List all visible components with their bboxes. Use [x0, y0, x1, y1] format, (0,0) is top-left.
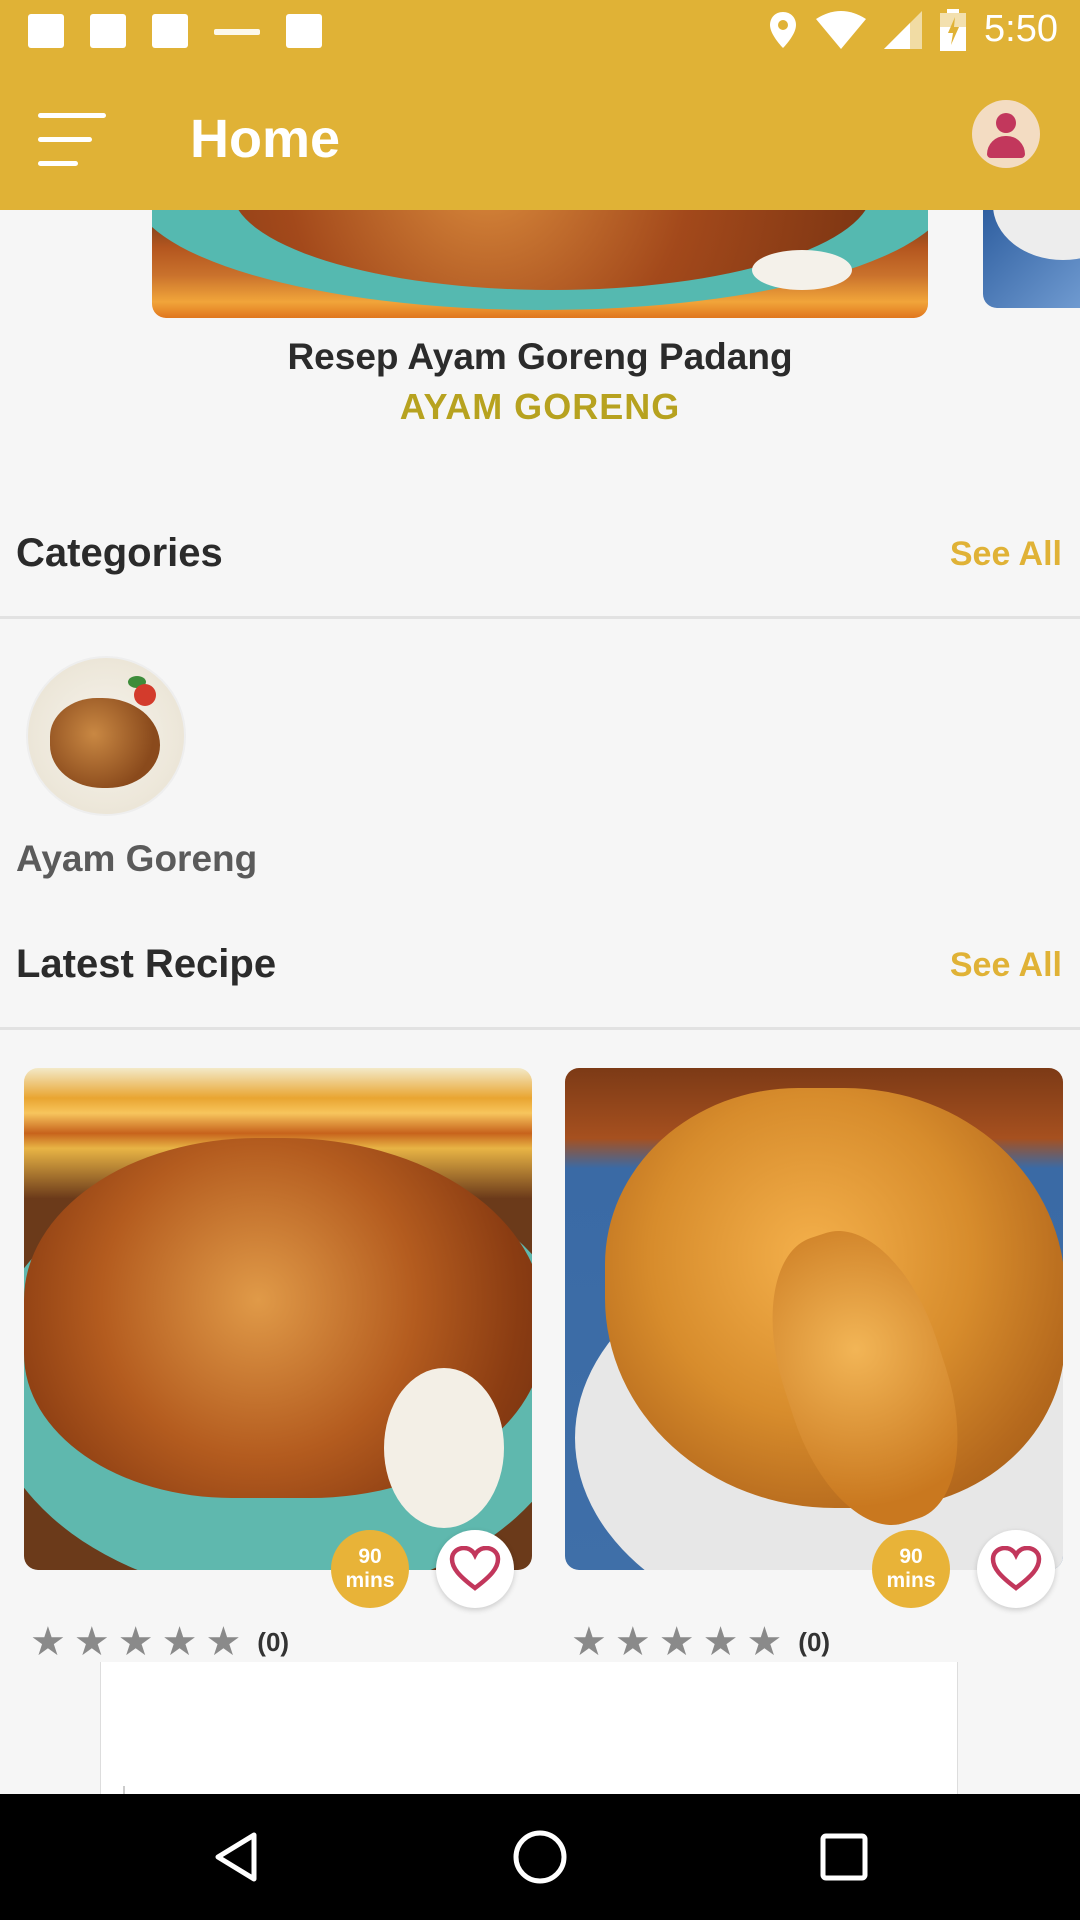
notification-square-icon: [28, 14, 64, 48]
next-featured-image[interactable]: [983, 210, 1080, 308]
battery-icon: [940, 8, 967, 51]
back-icon[interactable]: [206, 1827, 266, 1887]
latest-recipe-heading: Latest Recipe: [16, 942, 277, 986]
category-thumbnail[interactable]: [26, 656, 186, 816]
star-icon: ★: [571, 1620, 607, 1664]
recipe-card-image[interactable]: [565, 1068, 1063, 1570]
star-icon: ★: [746, 1620, 783, 1664]
featured-recipe-image[interactable]: [152, 210, 928, 318]
star-icon: ★: [702, 1620, 739, 1664]
notification-square-icon: [152, 14, 188, 48]
clock: 5:50: [984, 8, 1058, 50]
rating-stars: ★ ★ ★ ★ ★ (0): [571, 1622, 830, 1662]
wifi-icon: [816, 10, 867, 49]
recents-square-icon[interactable]: [814, 1827, 874, 1887]
app-bar: Home: [0, 63, 1080, 210]
latest-see-all-link[interactable]: See All: [950, 946, 1062, 985]
system-navigation-bar: [0, 1794, 1080, 1920]
notification-square-icon: [90, 14, 126, 48]
categories-heading: Categories: [16, 531, 223, 575]
page-title: Home: [190, 109, 341, 169]
status-bar: 5:50: [0, 0, 1080, 63]
featured-recipe-title[interactable]: Resep Ayam Goreng Padang: [0, 336, 1080, 378]
recipe-card-image[interactable]: [24, 1068, 532, 1570]
rating-stars: ★ ★ ★ ★ ★ (0): [30, 1622, 289, 1662]
location-icon: [770, 11, 797, 48]
notification-square-icon: [286, 14, 322, 48]
favorite-button[interactable]: [436, 1530, 514, 1608]
home-circle-icon[interactable]: [510, 1827, 570, 1887]
star-icon: ★: [658, 1620, 695, 1664]
categories-see-all-link[interactable]: See All: [950, 535, 1062, 574]
category-label[interactable]: Ayam Goreng: [16, 838, 257, 880]
divider: [0, 1027, 1080, 1030]
favorite-button[interactable]: [977, 1530, 1055, 1608]
cook-time-value: 90: [899, 1545, 923, 1568]
heart-icon: [990, 1546, 1042, 1591]
heart-icon: [449, 1546, 501, 1591]
signal-icon: [884, 10, 923, 49]
cook-time-value: 90: [358, 1545, 382, 1568]
star-icon: ★: [161, 1620, 198, 1664]
star-icon: ★: [73, 1620, 110, 1664]
notification-tiny-text-icon: [214, 29, 260, 35]
menu-icon[interactable]: [38, 113, 108, 169]
cook-time-unit: mins: [345, 1569, 395, 1592]
cook-time-unit: mins: [886, 1569, 936, 1592]
star-icon: ★: [205, 1620, 242, 1664]
rating-count: (0): [798, 1626, 831, 1657]
profile-avatar-icon[interactable]: [972, 100, 1040, 168]
rating-count: (0): [257, 1626, 290, 1657]
notification-icons: [28, 14, 322, 48]
cook-time-badge: 90 mins: [331, 1530, 409, 1608]
star-icon: ★: [30, 1620, 66, 1664]
cook-time-badge: 90 mins: [872, 1530, 950, 1608]
featured-recipe-category: AYAM GORENG: [399, 386, 681, 427]
star-icon: ★: [117, 1620, 154, 1664]
star-icon: ★: [614, 1620, 651, 1664]
ad-banner-panel[interactable]: [100, 1662, 958, 1794]
divider: [0, 616, 1080, 619]
system-icons: 5:50: [768, 8, 1058, 51]
